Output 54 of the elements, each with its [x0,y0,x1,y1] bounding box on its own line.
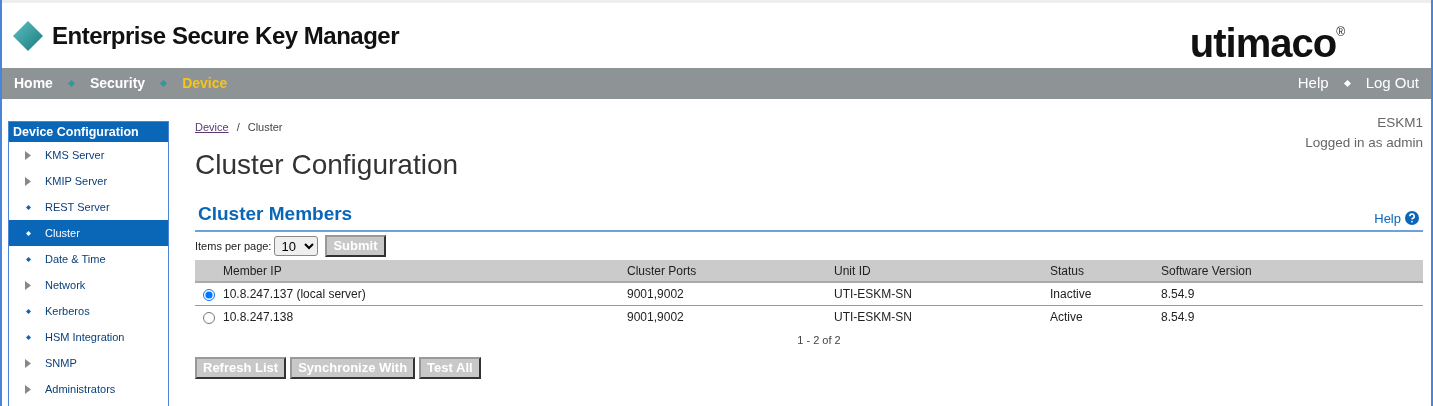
column-header: Member IP [223,260,627,282]
registered-mark: ® [1336,23,1345,39]
breadcrumb-link[interactable]: Device [195,119,229,136]
table-cell: 8.54.9 [1161,282,1423,305]
breadcrumb-current: Cluster [247,120,283,135]
sidebar-item[interactable]: Kerberos [9,298,168,324]
host-name: ESKM1 [1376,114,1423,132]
sidebar-item[interactable]: KMIP Server [9,168,168,194]
expand-arrow-icon [25,150,31,160]
expand-arrow-icon [25,176,31,186]
table-cell: UTI-ESKM-SN [834,282,1050,305]
table-cell: 10.8.247.138 [223,305,627,328]
table-cell: Inactive [1050,282,1161,305]
brand-logo: utimaco [1189,22,1337,63]
column-header: Unit ID [834,260,1050,282]
bullet-icon [25,256,31,262]
help-icon [1405,211,1419,226]
breadcrumb-separator: / [236,120,240,135]
row-radio[interactable] [203,311,215,324]
table-cell: 9001,9002 [627,282,834,305]
sidebar-item[interactable]: Cluster [9,220,168,246]
bullet-icon [25,334,31,340]
login-status: Logged in as admin [1305,134,1423,152]
section-title: Cluster Members [198,201,353,226]
bullet-icon [25,204,31,210]
column-header: Software Version [1161,260,1423,282]
sidebar-item[interactable]: SNMP [9,350,168,376]
page-title: Cluster Configuration [195,147,459,182]
table-cell: Active [1050,305,1161,328]
sidebar-item[interactable]: KMS Server [9,142,168,168]
app-title: Enterprise Secure Key Manager [52,20,399,51]
row-radio[interactable] [203,288,215,301]
sidebar-item[interactable]: Date & Time [9,246,168,272]
column-header: Cluster Ports [627,260,834,282]
logo-icon [12,19,44,52]
sidebar-item[interactable]: Network [9,272,168,298]
table-cell: UTI-ESKM-SN [834,305,1050,328]
help-link[interactable]: Help [1374,208,1419,228]
items-per-page-label: Items per page: [195,238,272,254]
expand-arrow-icon [25,280,31,290]
sidebar-item[interactable]: HSM Integration [9,324,168,350]
expand-arrow-icon [25,384,31,394]
sidebar-title: Device Configuration [9,122,168,142]
bullet-icon [25,230,31,236]
result-count: 1 - 2 of 2 [796,333,842,348]
table-cell: 10.8.247.137 (local server) [223,282,627,305]
sidebar-item[interactable]: REST Server [9,194,168,220]
column-header: Status [1050,260,1161,282]
table-cell: 8.54.9 [1161,305,1423,328]
bullet-icon [25,308,31,314]
sidebar-item[interactable]: Administrators [9,376,168,402]
expand-arrow-icon [25,358,31,368]
table-cell: 9001,9002 [627,305,834,328]
items-per-page-select[interactable]: 10 [274,236,319,256]
